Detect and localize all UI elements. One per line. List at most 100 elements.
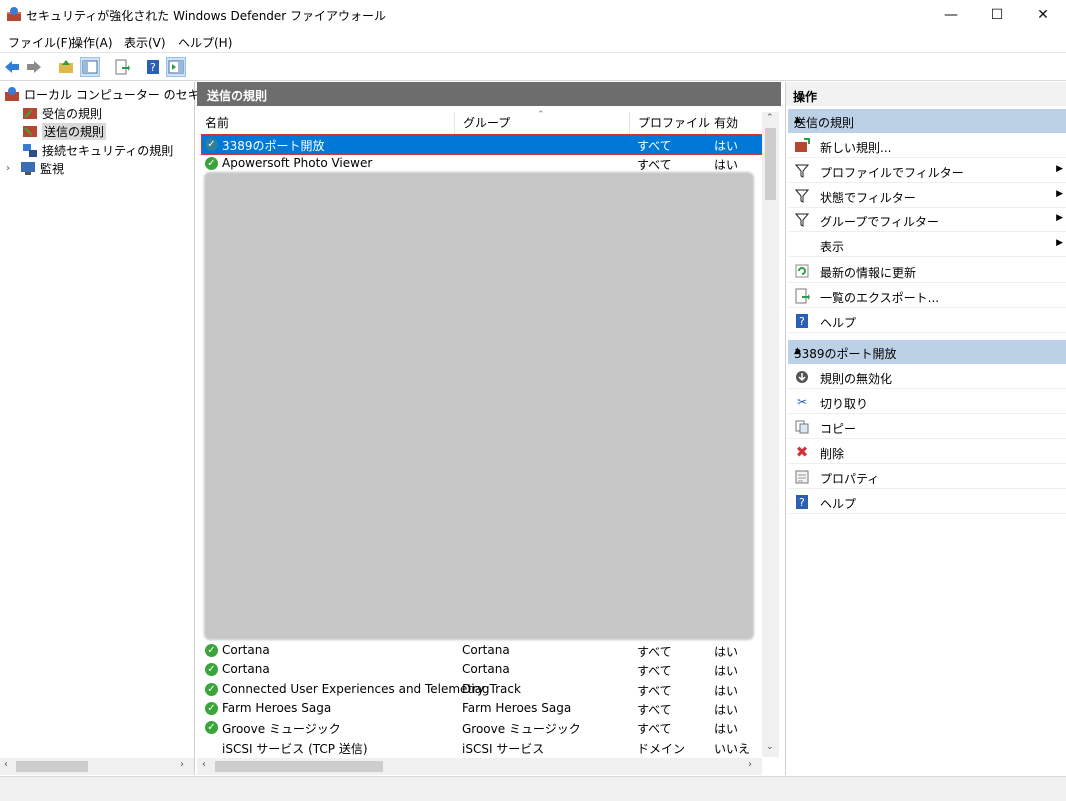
scroll-right-icon[interactable]: › — [180, 759, 184, 770]
maximize-button[interactable]: ☐ — [974, 0, 1020, 30]
filter-icon — [794, 188, 810, 204]
scroll-thumb[interactable] — [215, 761, 383, 772]
close-button[interactable]: ✕ — [1020, 0, 1066, 30]
up-folder-icon[interactable] — [56, 57, 76, 77]
show-hide-tree-icon[interactable] — [80, 57, 100, 77]
scroll-right-icon[interactable]: › — [748, 759, 752, 770]
table-row[interactable]: ✓ 3389のポート開放 すべて はい — [201, 134, 763, 155]
action-view[interactable]: 表示 ▶ — [788, 233, 1066, 257]
disable-rule-icon — [794, 369, 810, 385]
actions-header: 操作 — [786, 82, 1066, 106]
section-selected-rule[interactable]: 3389のポート開放 ▲ — [788, 340, 1066, 364]
table-row[interactable]: ✓ Cortana Cortana すべて はい — [202, 641, 762, 660]
rule-enabled: いいえ — [714, 742, 751, 756]
action-new-rule[interactable]: 新しい規則... — [788, 134, 1066, 158]
action-label: 規則の無効化 — [820, 372, 893, 386]
rules-vertical-scrollbar[interactable]: ⌃ ⌄ — [762, 112, 779, 757]
rules-horizontal-scrollbar[interactable]: ‹ › — [197, 758, 762, 775]
rule-group: Cortana — [462, 662, 510, 676]
action-label: グループでフィルター — [820, 215, 940, 229]
export-icon[interactable] — [112, 57, 132, 77]
toolbar: ? — [0, 53, 1066, 81]
section-outbound-rules[interactable]: 送信の規則 ▲ — [788, 109, 1066, 133]
action-refresh[interactable]: 最新の情報に更新 — [788, 259, 1066, 283]
new-rule-icon — [794, 138, 810, 154]
table-row[interactable]: ✓ Farm Heroes Saga Farm Heroes Saga すべて … — [202, 699, 762, 718]
filter-icon — [794, 163, 810, 179]
firewall-app-icon — [6, 6, 22, 22]
rule-profile: すべて — [637, 645, 672, 659]
scroll-thumb[interactable] — [16, 761, 88, 772]
tree-item-outbound-rules[interactable]: 送信の規則 — [22, 122, 107, 140]
collapse-triangle-icon[interactable]: ▲ — [794, 115, 1061, 125]
maximize-icon: ☐ — [990, 7, 1004, 23]
action-help[interactable]: ? ヘルプ — [788, 309, 1066, 333]
action-label: プロパティ — [820, 472, 880, 486]
action-copy[interactable]: コピー — [788, 415, 1066, 439]
tree-item-inbound-rules[interactable]: 受信の規則 — [22, 104, 102, 122]
rules-pane-title: 送信の規則 — [207, 89, 268, 103]
tree-item-connection-security-rules[interactable]: 接続セキュリティの規則 — [22, 141, 173, 159]
minimize-button[interactable]: — — [928, 0, 974, 30]
show-action-pane-icon[interactable] — [166, 57, 186, 77]
action-help-rule[interactable]: ? ヘルプ — [788, 490, 1066, 514]
column-header-group[interactable]: グループ ⌃ — [455, 110, 630, 134]
tree-horizontal-scrollbar[interactable]: ‹ › — [0, 758, 194, 775]
action-filter-by-state[interactable]: 状態でフィルター ▶ — [788, 184, 1066, 208]
menu-help[interactable]: ヘルプ(H) — [178, 34, 232, 51]
rule-enabled: はい — [714, 684, 739, 698]
scroll-up-icon[interactable]: ⌃ — [766, 113, 774, 123]
help-icon: ? — [794, 313, 810, 329]
back-icon[interactable] — [2, 57, 22, 77]
enabled-check-icon: ✓ — [205, 683, 218, 696]
help-icon[interactable]: ? — [143, 57, 163, 77]
column-header-name[interactable]: 名前 — [197, 112, 455, 134]
redacted-rows-area — [204, 172, 754, 640]
table-row[interactable]: iSCSI サービス (TCP 送信) iSCSI サービス ドメイン いいえ — [202, 738, 762, 757]
scroll-left-icon[interactable]: ‹ — [4, 759, 8, 770]
minimize-icon: — — [944, 7, 958, 23]
window-title: セキュリティが強化された Windows Defender ファイアウォール — [26, 9, 387, 23]
submenu-arrow-icon: ▶ — [1056, 164, 1063, 174]
delete-icon: ✖ — [795, 443, 809, 461]
action-label: 一覧のエクスポート... — [820, 291, 940, 305]
enabled-check-icon: ✓ — [205, 157, 218, 170]
table-row[interactable]: ✓ Cortana Cortana すべて はい — [202, 660, 762, 679]
tree-item-monitoring[interactable]: › 監視 — [6, 159, 64, 177]
rule-profile: ドメイン — [637, 742, 686, 756]
export-icon — [794, 288, 810, 304]
column-header-enabled[interactable]: 有効 — [706, 112, 761, 134]
action-cut[interactable]: ✂ 切り取り — [788, 390, 1066, 414]
scroll-thumb[interactable] — [765, 128, 776, 200]
scroll-left-icon[interactable]: ‹ — [202, 759, 206, 770]
scroll-down-icon[interactable]: ⌄ — [766, 742, 774, 752]
table-row[interactable]: ✓ Groove ミュージック Groove ミュージック すべて はい — [202, 718, 762, 737]
menu-action[interactable]: 操作(A) — [71, 34, 113, 51]
navigation-tree: ローカル コンピューター のセキュリティが 受信の規則 送信の規則 接続セキュリ… — [0, 82, 259, 775]
menu-file[interactable]: ファイル(F) — [8, 34, 72, 51]
column-header-profile[interactable]: プロファイル — [630, 112, 710, 134]
action-properties[interactable]: プロパティ — [788, 465, 1066, 489]
menu-view[interactable]: 表示(V) — [124, 34, 166, 51]
action-export-list[interactable]: 一覧のエクスポート... — [788, 284, 1066, 308]
monitoring-icon — [20, 160, 36, 176]
table-row[interactable]: ✓ Apowersoft Photo Viewer すべて はい — [202, 154, 762, 173]
rule-name: Groove ミュージック — [222, 722, 341, 736]
action-filter-by-profile[interactable]: プロファイルでフィルター ▶ — [788, 159, 1066, 183]
action-disable-rule[interactable]: 規則の無効化 — [788, 365, 1066, 389]
filter-icon — [794, 212, 810, 228]
expand-chevron-icon[interactable]: › — [6, 163, 20, 174]
table-row[interactable]: ✓ Connected User Experiences and Telemet… — [202, 680, 762, 699]
rule-name: 3389のポート開放 — [222, 139, 325, 153]
action-label: 表示 — [820, 240, 845, 254]
collapse-triangle-icon[interactable]: ▲ — [794, 346, 1061, 356]
rule-enabled: はい — [714, 645, 739, 659]
rule-enabled: はい — [714, 703, 739, 717]
rule-name: Connected User Experiences and Telemetry — [222, 682, 485, 696]
rule-name: iSCSI サービス (TCP 送信) — [222, 742, 368, 756]
action-delete[interactable]: ✖ 削除 — [788, 440, 1066, 464]
forward-icon[interactable] — [24, 57, 44, 77]
rule-profile: すべて — [637, 722, 672, 736]
column-label: 名前 — [205, 116, 230, 130]
action-filter-by-group[interactable]: グループでフィルター ▶ — [788, 208, 1066, 232]
